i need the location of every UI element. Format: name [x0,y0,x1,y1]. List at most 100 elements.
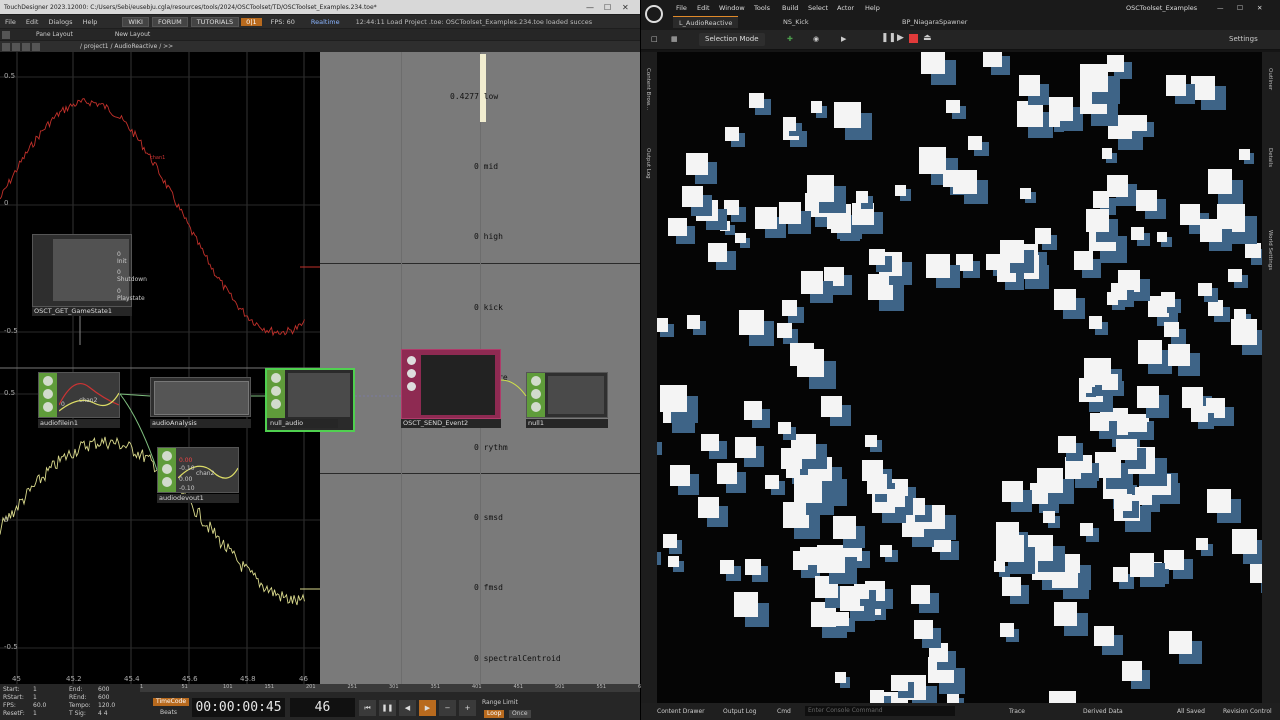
cube-particle [1000,239,1034,274]
ruler-tick: 201 [306,684,316,690]
content-drawer-button[interactable]: Content Drawer [657,709,705,715]
timeline-ruler[interactable]: 151101151201251301351401451501551600 [140,684,648,692]
close-icon[interactable]: ✕ [1257,4,1262,12]
tsig-value[interactable]: 4 4 [98,711,108,717]
ue-menu-file[interactable]: File [676,4,687,12]
rewind-icon[interactable]: ⏮ [359,700,376,716]
step-icon[interactable]: ▶ [897,34,904,43]
rstart-value[interactable]: 1 [33,695,37,701]
pause-icon[interactable]: ❚❚ [881,34,896,43]
save-icon[interactable]: □ [651,36,658,43]
details-tab[interactable]: Details [1267,148,1273,167]
cube-particle [1122,661,1150,689]
rend-label: REnd: [69,694,87,701]
cube-particle [891,675,915,699]
settings-button[interactable]: Settings [1229,36,1258,43]
cube-particle [996,535,1036,574]
ue-menu-edit[interactable]: Edit [697,4,710,12]
pause-icon[interactable]: ❚❚ [379,700,396,716]
cube-particle [895,184,912,201]
unreal-logo-icon[interactable] [645,5,663,23]
cube-particle [701,433,727,459]
cube-particle [855,191,874,209]
ruler-tick: 501 [555,684,565,690]
minus-icon[interactable]: − [439,700,456,716]
once-toggle[interactable]: Once [509,710,531,718]
cube-particle [1157,232,1172,247]
tempo-value[interactable]: 120.0 [98,703,115,709]
cube-particle [668,217,695,245]
cube-particle [1191,75,1226,111]
end-value[interactable]: 600 [98,687,109,693]
ue-menu-window[interactable]: Window [719,4,745,12]
cube-particle [925,254,960,289]
world-settings-tab[interactable]: World Settings [1267,230,1273,270]
cube-particle [1049,690,1088,703]
minimize-icon[interactable]: — [1217,4,1224,12]
plus-icon[interactable]: + [459,700,476,716]
cube-particle [982,52,1010,75]
ruler-tick: 351 [430,684,441,690]
left-side-panel: Content Brow... Output Log [641,52,657,703]
revision-control-button[interactable]: Revision Control [1223,709,1272,715]
cmd-dropdown[interactable]: Cmd [777,709,791,715]
ruler-tick: 551 [596,684,607,690]
cube-particle [790,433,827,470]
all-saved-button[interactable]: All Saved [1177,709,1205,715]
fps-value[interactable]: 60.0 [33,703,46,709]
rend-value[interactable]: 600 [98,695,109,701]
ue-menu-help[interactable]: Help [865,4,880,12]
beats-toggle[interactable]: Beats [160,710,177,716]
tsig-label: T Sig: [69,710,86,717]
blueprint-icon[interactable]: ◉ [813,36,819,43]
resetf-value[interactable]: 1 [33,711,37,717]
trace-button[interactable]: Trace [1009,709,1025,715]
cinematics-icon[interactable]: ▶ [841,36,846,43]
console-input[interactable]: Enter Console Command [805,706,955,716]
cube-particle [1167,343,1200,376]
cube-particle [1232,529,1262,565]
content-browser-tab[interactable]: Content Brow... [645,68,651,110]
maximize-icon[interactable]: ☐ [1237,4,1243,12]
play-icon[interactable]: ▶ [419,700,436,716]
ue-menu-select[interactable]: Select [808,4,828,12]
frame-display[interactable]: 46 [290,698,355,717]
cube-particle [776,322,799,345]
ue-menu-build[interactable]: Build [782,4,798,12]
cube-particle [724,126,746,148]
loop-toggle[interactable]: Loop [484,710,505,718]
derived-data-button[interactable]: Derived Data [1083,709,1123,715]
rstart-label: RStart: [3,694,24,701]
start-label: Start: [3,686,20,693]
stop-icon[interactable] [909,34,918,43]
step-back-icon[interactable]: ◀ [399,700,416,716]
ruler-tick: 151 [264,684,275,690]
add-icon[interactable]: ✚ [787,36,793,43]
cube-particle [1115,438,1146,469]
tab-level[interactable]: L_AudioReactive [673,16,739,28]
cube-particle [1054,289,1085,320]
level-viewport[interactable] [657,52,1262,703]
cube-particle [720,559,741,581]
cube-particle [686,315,707,336]
ue-menu-tools[interactable]: Tools [754,4,770,12]
output-log-button[interactable]: Output Log [723,709,756,715]
cube-particle [1136,190,1166,220]
eject-icon[interactable]: ⏏ [923,34,932,43]
start-value[interactable]: 1 [33,687,37,693]
tab-ns-kick[interactable]: NS_Kick [777,16,815,28]
cube-particle [1207,168,1243,205]
tab-bp-spawner[interactable]: BP_NiagaraSpawner [896,16,973,28]
outliner-tab[interactable]: Outliner [1267,68,1273,90]
cube-particle [748,92,771,115]
timecode-display[interactable]: 00:00:00:45 [192,698,285,717]
output-log-tab[interactable]: Output Log [645,148,651,179]
cube-particle [659,384,699,424]
selection-mode-dropdown[interactable]: Selection Mode [699,33,765,46]
content-icon[interactable]: ▦ [671,36,678,43]
ue-titlebar: File Edit Window Tools Build Select Acto… [641,0,1280,30]
cube-particle [777,421,796,440]
ruler-tick: 51 [181,684,188,690]
timecode-toggle[interactable]: TimeCode [153,698,190,706]
ue-menu-actor[interactable]: Actor [837,4,854,12]
